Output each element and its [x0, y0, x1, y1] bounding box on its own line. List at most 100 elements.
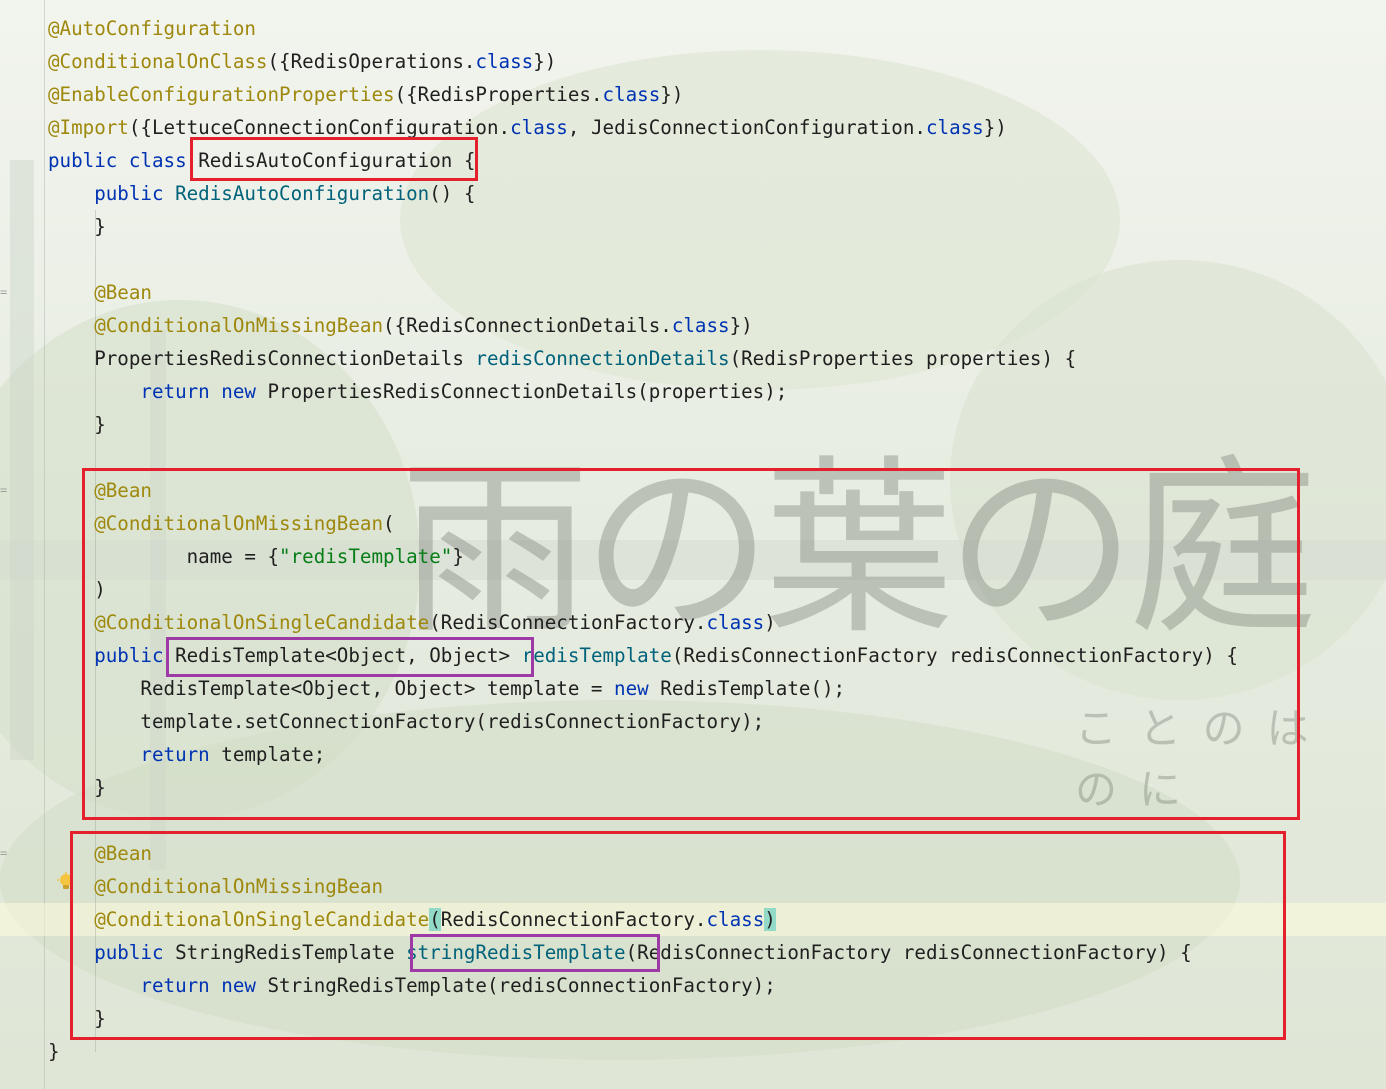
code-line[interactable]: template.setConnectionFactory(redisConne…: [48, 705, 1238, 738]
code-token: PropertiesRedisConnectionDetails(propert…: [267, 380, 788, 403]
code-line[interactable]: @Bean: [48, 474, 1238, 507]
code-token: redisTemplate: [521, 644, 672, 667]
code-line[interactable]: [48, 441, 1238, 474]
code-line[interactable]: @ConditionalOnMissingBean(: [48, 507, 1238, 540]
code-line[interactable]: @AutoConfiguration: [48, 12, 1238, 45]
code-token: @ConditionalOnSingleCandidate: [48, 611, 430, 634]
code-token: }): [660, 83, 684, 106]
code-token: ): [764, 908, 776, 931]
code-token: }: [48, 1040, 60, 1063]
code-line[interactable]: return template;: [48, 738, 1238, 771]
code-line[interactable]: @EnableConfigurationProperties({RedisPro…: [48, 78, 1238, 111]
code-token: PropertiesRedisConnectionDetails: [48, 347, 476, 370]
code-line[interactable]: name = {"redisTemplate"}: [48, 540, 1238, 573]
code-line[interactable]: @ConditionalOnSingleCandidate(RedisConne…: [48, 903, 1238, 936]
code-token: return: [48, 743, 222, 766]
code-token: RedisAutoConfiguration: [175, 182, 430, 205]
code-token: @Bean: [48, 842, 152, 865]
code-line[interactable]: return new PropertiesRedisConnectionDeta…: [48, 375, 1238, 408]
code-line[interactable]: }: [48, 210, 1238, 243]
code-token: @Import: [48, 116, 129, 139]
code-token: StringRedisTemplate: [175, 941, 407, 964]
code-line[interactable]: }: [48, 1035, 1238, 1068]
code-token: @ConditionalOnMissingBean: [48, 314, 384, 337]
code-line[interactable]: @Bean: [48, 276, 1238, 309]
code-token: }: [48, 215, 106, 238]
fold-marker[interactable]: =: [0, 286, 7, 298]
code-token: () {: [429, 182, 476, 205]
code-token: StringRedisTemplate(redisConnectionFacto…: [267, 974, 776, 997]
code-token: }: [452, 545, 464, 568]
code-token: }: [48, 776, 106, 799]
code-line[interactable]: public class RedisAutoConfiguration {: [48, 144, 1238, 177]
code-token: public: [48, 941, 176, 964]
code-line[interactable]: PropertiesRedisConnectionDetails redisCo…: [48, 342, 1238, 375]
code-line[interactable]: public RedisAutoConfiguration() {: [48, 177, 1238, 210]
code-line[interactable]: @Bean: [48, 837, 1238, 870]
code-line[interactable]: @ConditionalOnMissingBean({RedisConnecti…: [48, 309, 1238, 342]
code-line[interactable]: return new StringRedisTemplate(redisConn…: [48, 969, 1238, 1002]
code-line[interactable]: [48, 243, 1238, 276]
code-token: public: [48, 644, 176, 667]
code-line[interactable]: public RedisTemplate<Object, Object> red…: [48, 639, 1238, 672]
code-line[interactable]: @ConditionalOnSingleCandidate(RedisConne…: [48, 606, 1238, 639]
fold-marker[interactable]: =: [0, 847, 7, 859]
code-line[interactable]: @Import({LettuceConnectionConfiguration.…: [48, 111, 1238, 144]
code-token: RedisTemplate();: [660, 677, 846, 700]
code-token: @AutoConfiguration: [48, 17, 256, 40]
code-token: }: [48, 413, 106, 436]
code-token: class: [475, 50, 534, 73]
code-token: RedisTemplate<Object, Object>: [175, 644, 522, 667]
code-token: @ConditionalOnMissingBean: [48, 875, 384, 898]
code-line[interactable]: ): [48, 573, 1238, 606]
code-token: class: [602, 83, 661, 106]
code-token: "redisTemplate": [279, 545, 453, 568]
code-token: class: [925, 116, 984, 139]
code-token: , JedisConnectionConfiguration.: [567, 116, 926, 139]
code-token: new: [614, 677, 661, 700]
code-token: redisConnectionDetails: [475, 347, 730, 370]
code-token: class: [706, 908, 765, 931]
code-line[interactable]: RedisTemplate<Object, Object> template =…: [48, 672, 1238, 705]
code-token: @ConditionalOnSingleCandidate: [48, 908, 430, 931]
code-token: class: [510, 116, 568, 139]
code-token: ({LettuceConnectionConfiguration.: [128, 116, 511, 139]
code-token: return new: [48, 380, 268, 403]
code-token: @ConditionalOnClass: [48, 50, 268, 73]
code-token: @Bean: [48, 281, 152, 304]
code-token: ({RedisProperties.: [394, 83, 603, 106]
code-line[interactable]: @ConditionalOnClass({RedisOperations.cla…: [48, 45, 1238, 78]
code-token: @Bean: [48, 479, 152, 502]
code-token: template;: [221, 743, 326, 766]
code-token: stringRedisTemplate: [406, 941, 626, 964]
code-token: RedisConnectionFactory.: [440, 908, 707, 931]
code-token: template.setConnectionFactory(redisConne…: [48, 710, 765, 733]
code-line[interactable]: }: [48, 771, 1238, 804]
code-token: (RedisConnectionFactory.: [429, 611, 707, 634]
code-token: class: [671, 314, 730, 337]
code-token: (RedisProperties properties) {: [729, 347, 1077, 370]
code-line[interactable]: }: [48, 408, 1238, 441]
code-token: @ConditionalOnMissingBean: [48, 512, 384, 535]
code-token: (: [383, 512, 395, 535]
code-token: (RedisConnectionFactory redisConnectionF…: [671, 644, 1238, 667]
code-token: ({RedisConnectionDetails.: [383, 314, 672, 337]
code-line[interactable]: public StringRedisTemplate stringRedisTe…: [48, 936, 1238, 969]
code-token: }): [533, 50, 557, 73]
fold-marker[interactable]: =: [0, 484, 7, 496]
code-token: return new: [48, 974, 268, 997]
code-token: @EnableConfigurationProperties: [48, 83, 395, 106]
code-token: }): [983, 116, 1007, 139]
code-token: public: [48, 182, 176, 205]
code-token: name = {: [48, 545, 280, 568]
lightbulb-icon[interactable]: [56, 872, 76, 892]
code-token: RedisAutoConfiguration {: [198, 149, 476, 172]
code-token: }: [48, 1007, 106, 1030]
code-line[interactable]: }: [48, 1002, 1238, 1035]
code-token: RedisTemplate<Object, Object> template =: [48, 677, 615, 700]
code-line[interactable]: @ConditionalOnMissingBean: [48, 870, 1238, 903]
code-token: class: [706, 611, 765, 634]
code-token: ({RedisOperations.: [267, 50, 476, 73]
code-line[interactable]: [48, 804, 1238, 837]
code-editor[interactable]: @AutoConfiguration @ConditionalOnClass({R…: [48, 12, 1238, 1068]
